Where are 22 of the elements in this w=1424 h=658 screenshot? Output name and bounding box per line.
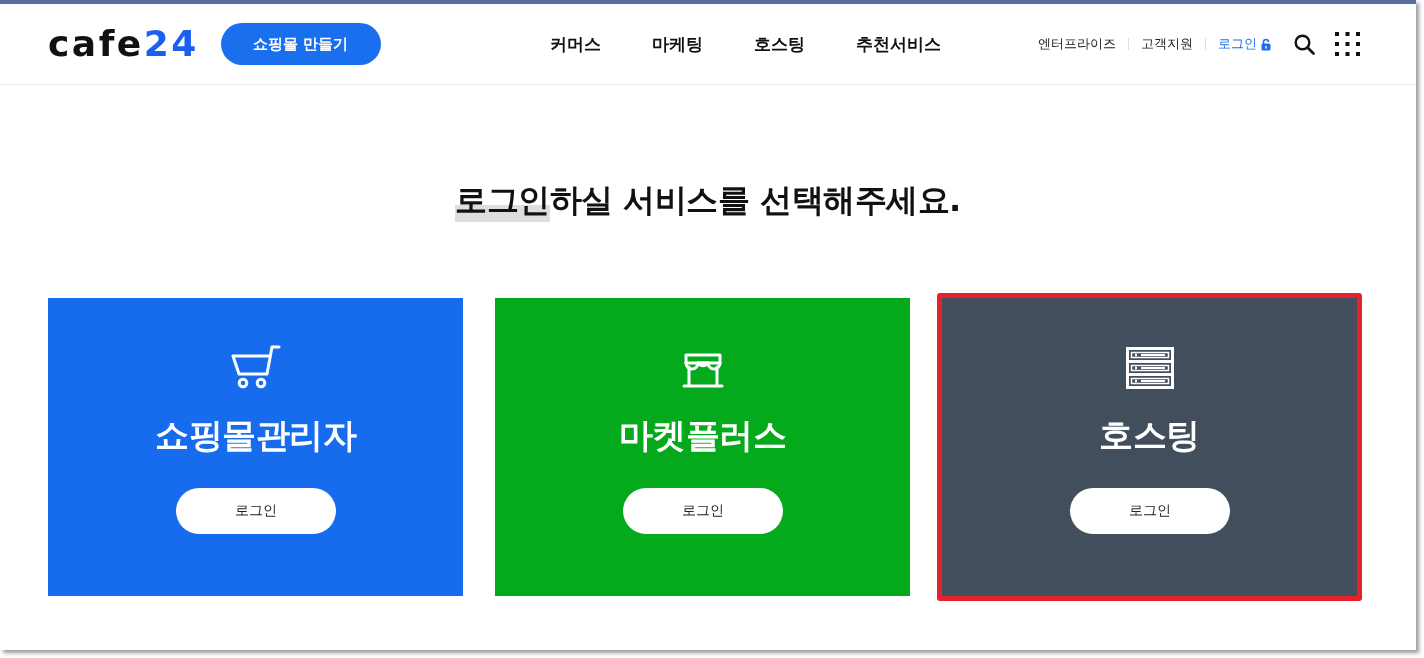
- search-icon[interactable]: [1294, 33, 1315, 55]
- card-title: 호스팅: [1099, 414, 1200, 456]
- server-icon: [1125, 347, 1174, 389]
- create-store-button[interactable]: 쇼핑몰 만들기: [220, 23, 381, 65]
- login-button[interactable]: 로그인: [1069, 488, 1230, 534]
- nav-link[interactable]: 추천서비스: [855, 32, 941, 56]
- login-button[interactable]: 로그인: [622, 488, 783, 534]
- grid-menu-icon[interactable]: [1335, 32, 1360, 56]
- card-title: 쇼핑몰관리자: [155, 414, 356, 456]
- nav-link[interactable]: 커머스: [549, 32, 601, 56]
- utility-link[interactable]: 고객지원: [1141, 35, 1193, 53]
- login-link[interactable]: 로그인: [1218, 35, 1257, 53]
- utility-link[interactable]: 엔터프라이즈: [1038, 35, 1116, 53]
- nav-link[interactable]: 마케팅: [651, 32, 703, 56]
- page-heading: 로그인하실 서비스를 선택해주세요.: [455, 179, 961, 221]
- cart-icon: [230, 345, 281, 389]
- brand-logo[interactable]: cafe24: [48, 24, 199, 64]
- login-button[interactable]: 로그인: [175, 488, 336, 534]
- nav-link[interactable]: 호스팅: [753, 32, 805, 56]
- card-title: 마켓플러스: [618, 414, 787, 456]
- store-icon: [681, 353, 724, 389]
- lock-icon: [1261, 37, 1271, 51]
